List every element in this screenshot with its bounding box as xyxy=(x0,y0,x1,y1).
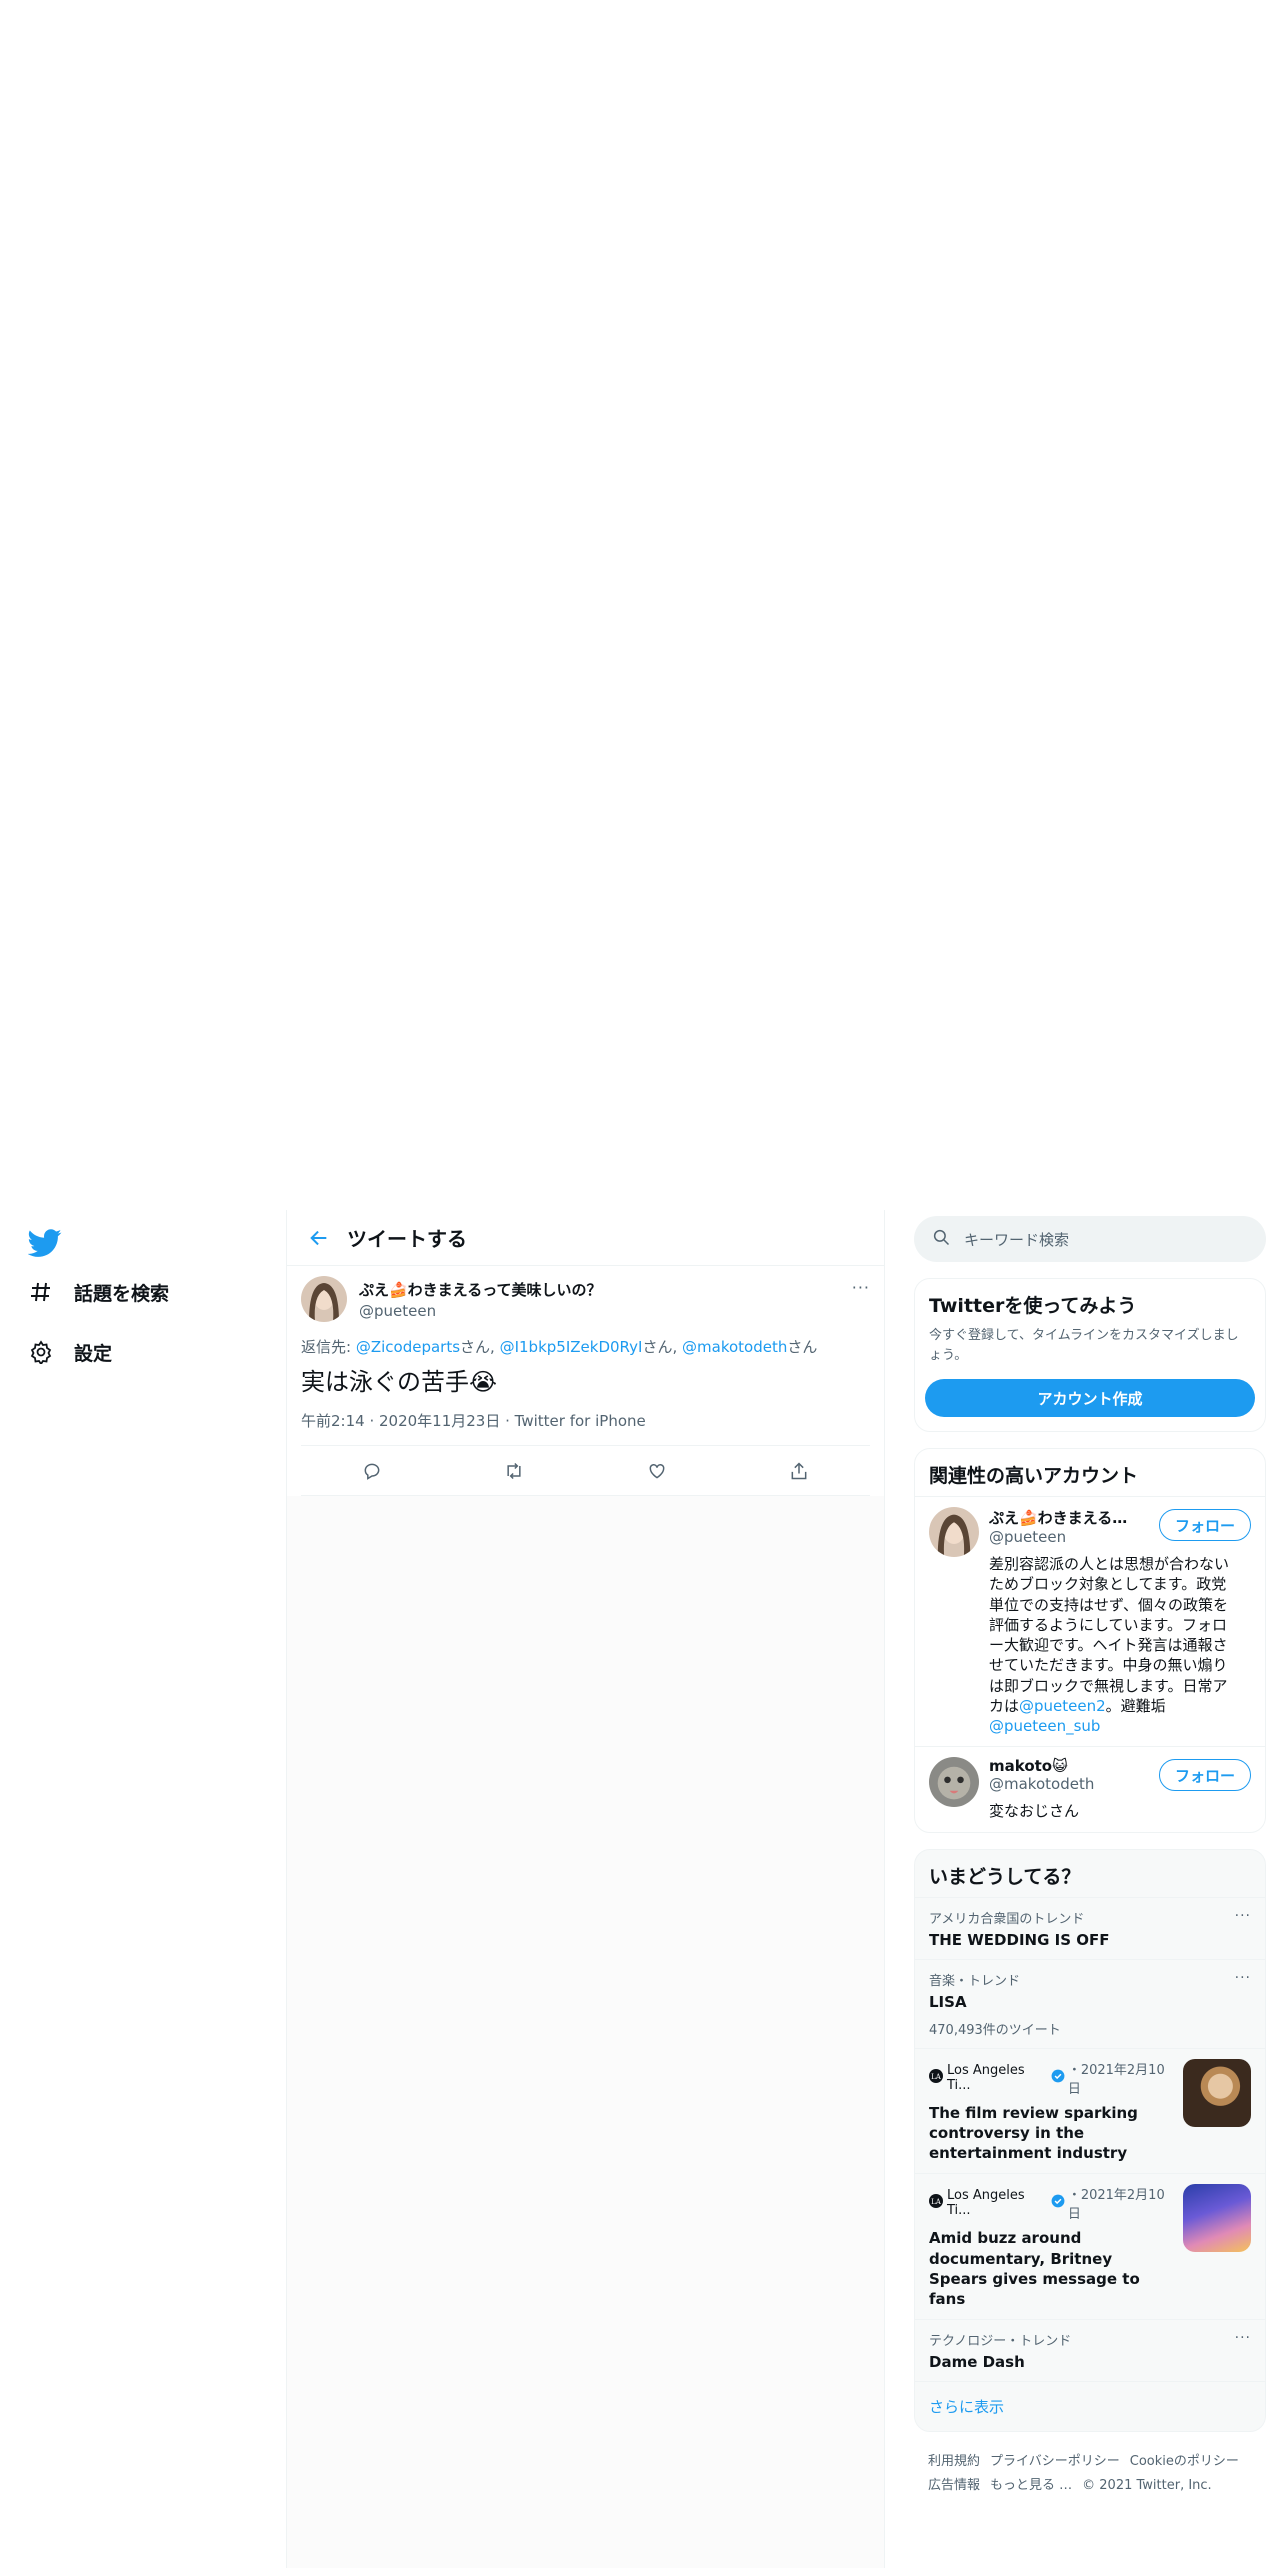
trend-name: LISA xyxy=(929,1992,967,2011)
retweet-icon[interactable] xyxy=(494,1451,534,1491)
news-source: Los Angeles Ti... xyxy=(947,2188,1025,2219)
whats-happening-card: いまどうしてる？ アメリカ合衆国のトレンド THE WEDDING IS OFF… xyxy=(914,1848,1266,2433)
signup-button[interactable]: アカウント作成 xyxy=(925,1379,1255,1417)
news-source: Los Angeles Ti... xyxy=(947,2062,1025,2093)
news-title: The film review sparking controversy in … xyxy=(929,2103,1138,2163)
footer-link[interactable]: Cookieのポリシー xyxy=(1130,2454,1239,2469)
reply-suffix: さん xyxy=(787,1338,818,1356)
tweet-meta: 午前2:14 · 2020年11月23日 · Twitter for iPhon… xyxy=(301,1410,870,1447)
more-options-icon[interactable]: ··· xyxy=(852,1278,870,1297)
trend-count: 470,493件のツイート xyxy=(929,2022,1061,2038)
bio-text: 。避難垢 xyxy=(1105,1696,1166,1715)
footer: 利用規約 プライバシーポリシー Cookieのポリシー 広告情報 もっと見る … © 2… xyxy=(914,2432,1266,2515)
tweet-detail: ぷえ🍰わきまえるって美味しいの？ @pueteen ··· 返信先: @Zico… xyxy=(287,1266,884,1497)
twitter-logo-icon[interactable] xyxy=(27,1226,62,1260)
column-header: ツイートする xyxy=(287,1210,884,1266)
follow-button[interactable]: フォロー xyxy=(1159,1509,1251,1541)
nav-settings-label: 設定 xyxy=(74,1342,113,1365)
account-item[interactable]: ぷえ🍰わきまえるっ... @pueteen 差別容認派の人とは思想が合わないため… xyxy=(915,1496,1265,1746)
svg-text:LA: LA xyxy=(931,2073,942,2081)
search-icon xyxy=(932,1228,950,1250)
reply-icon[interactable] xyxy=(352,1451,392,1491)
signup-title: Twitterを使ってみよう xyxy=(929,1295,1137,1317)
bio-text: 差別容認派の人とは思想が合わないためブロック対象としてます。政党単位での支持はせ… xyxy=(989,1555,1230,1715)
tweet-author-name[interactable]: ぷえ🍰わきまえるって美味しいの？ xyxy=(359,1279,601,1300)
hashtag-icon xyxy=(28,1279,54,1305)
trend-item[interactable]: 音楽・トレンド LISA 470,493件のツイート ··· xyxy=(915,1958,1265,2048)
trend-category: アメリカ合衆国のトレンド xyxy=(929,1911,1085,1927)
news-date: ・2021年2月10日 xyxy=(1067,2062,1165,2097)
trend-name: Dame Dash xyxy=(929,2353,1025,2372)
more-options-icon[interactable]: ··· xyxy=(1235,2330,1251,2346)
right-sidebar: キーワード検索 Twitterを使ってみよう 今すぐ登録して、タイムラインをカス… xyxy=(914,1210,1266,2515)
footer-link[interactable]: 広告情報 xyxy=(928,2478,980,2493)
reply-mention[interactable]: @Zicodeparts xyxy=(356,1338,460,1356)
news-thumbnail xyxy=(1183,2184,1251,2253)
tweet-date[interactable]: 2020年11月23日 xyxy=(379,1412,500,1430)
reply-suffix: さん xyxy=(460,1338,491,1356)
footer-link[interactable]: 利用規約 xyxy=(928,2454,980,2469)
main-column: ツイートする ぷえ🍰わきまえるって美味しいの？ @pueteen ··· 返信先… xyxy=(286,1210,885,2568)
gear-icon xyxy=(28,1339,54,1365)
trend-item[interactable]: アメリカ合衆国のトレンド THE WEDDING IS OFF ··· xyxy=(915,1896,1265,1959)
verified-icon xyxy=(1051,2069,1065,2087)
copyright: © 2021 Twitter, Inc. xyxy=(1082,2477,1212,2493)
page-title: ツイートする xyxy=(347,1227,467,1251)
bio-mention[interactable]: @pueteen_sub xyxy=(989,1717,1100,1735)
tweet-source[interactable]: Twitter for iPhone xyxy=(515,1412,646,1430)
news-item[interactable]: LA Los Angeles Ti... ・2021年2月10日 The fil… xyxy=(915,2047,1265,2174)
reply-suffix: さん xyxy=(642,1338,673,1356)
app-root: 話題を検索 設定 ツイートする ぷえ🍰わきまえるって美味しいの？ @puetee… xyxy=(0,1210,1284,2568)
trend-category: 音楽・トレンド xyxy=(929,1973,1021,1989)
nav-explore-label: 話題を検索 xyxy=(74,1282,170,1305)
search-input[interactable]: キーワード検索 xyxy=(914,1216,1266,1262)
more-options-icon[interactable]: ··· xyxy=(1235,1970,1251,1986)
tweet-actions xyxy=(301,1446,870,1497)
trend-category: テクノロジー・トレンド xyxy=(929,2334,1072,2350)
back-arrow-icon[interactable] xyxy=(291,1210,347,1266)
news-title: Amid buzz around documentary, Britney Sp… xyxy=(929,2229,1140,2308)
signup-card: Twitterを使ってみよう 今すぐ登録して、タイムラインをカスタマイズしましょ… xyxy=(914,1278,1266,1432)
reply-mention[interactable]: @I1bkp5IZekD0RyI xyxy=(500,1338,643,1356)
more-options-icon[interactable]: ··· xyxy=(1235,1908,1251,1924)
trend-name: THE WEDDING IS OFF xyxy=(929,1930,1110,1949)
search-placeholder: キーワード検索 xyxy=(964,1230,1070,1249)
whats-happening-title: いまどうしてる？ xyxy=(929,1865,1081,1888)
follow-button[interactable]: フォロー xyxy=(1159,1759,1251,1792)
tweet-text: 実は泳ぐの苦手😭 xyxy=(301,1368,498,1396)
tweet-author-handle[interactable]: @pueteen xyxy=(359,1302,601,1320)
verified-icon xyxy=(1051,2194,1065,2212)
reply-mention[interactable]: @makotodeth xyxy=(682,1338,787,1356)
bio-mention[interactable]: @pueteen2 xyxy=(1019,1697,1106,1715)
reply-prefix: 返信先: xyxy=(301,1338,356,1356)
account-bio: 変なおじさん xyxy=(989,1802,1080,1821)
footer-link[interactable]: プライバシーポリシー xyxy=(990,2454,1120,2469)
avatar[interactable] xyxy=(301,1276,347,1322)
like-icon[interactable] xyxy=(637,1451,677,1491)
account-name[interactable]: ぷえ🍰わきまえるっ... xyxy=(989,1507,1139,1528)
nav-explore[interactable]: 話題を検索 xyxy=(28,1272,169,1312)
left-nav: 話題を検索 設定 xyxy=(0,1210,286,2568)
show-more-link[interactable]: さらに表示 xyxy=(915,2381,1265,2431)
svg-text:LA: LA xyxy=(931,2198,942,2206)
trend-item[interactable]: テクノロジー・トレンド Dame Dash ··· xyxy=(915,2319,1265,2381)
relevant-title: 関連性の高いアカウント xyxy=(929,1465,1139,1487)
footer-link[interactable]: もっと見る … xyxy=(990,2478,1072,2493)
avatar[interactable] xyxy=(929,1507,979,1557)
news-date: ・2021年2月10日 xyxy=(1067,2188,1165,2223)
avatar[interactable] xyxy=(929,1757,979,1808)
signup-subtitle: 今すぐ登録して、タイムラインをカスタマイズしましょう。 xyxy=(929,1328,1239,1363)
news-source-logo-icon: LA xyxy=(929,2068,943,2087)
news-source-logo-icon: LA xyxy=(929,2194,943,2212)
relevant-accounts-card: 関連性の高いアカウント ぷえ🍰わきまえるっ... @pueteen 差別容認派の… xyxy=(914,1448,1266,1833)
account-name[interactable]: makoto😺 xyxy=(989,1757,1139,1775)
news-item[interactable]: LA Los Angeles Ti... ・2021年2月10日 Amid bu… xyxy=(915,2173,1265,2319)
nav-settings[interactable]: 設定 xyxy=(28,1332,112,1372)
tweet-time[interactable]: 午前2:14 xyxy=(301,1412,365,1430)
reply-to-line: 返信先: @Zicodepartsさん, @I1bkp5IZekD0RyIさん,… xyxy=(301,1338,818,1356)
account-item[interactable]: makoto😺 @makotodeth 変なおじさん フォロー xyxy=(915,1746,1265,1831)
account-bio: 差別容認派の人とは思想が合わないためブロック対象としてます。政党単位での支持はせ… xyxy=(989,1554,1239,1736)
news-thumbnail xyxy=(1183,2058,1251,2127)
share-icon[interactable] xyxy=(779,1451,819,1491)
